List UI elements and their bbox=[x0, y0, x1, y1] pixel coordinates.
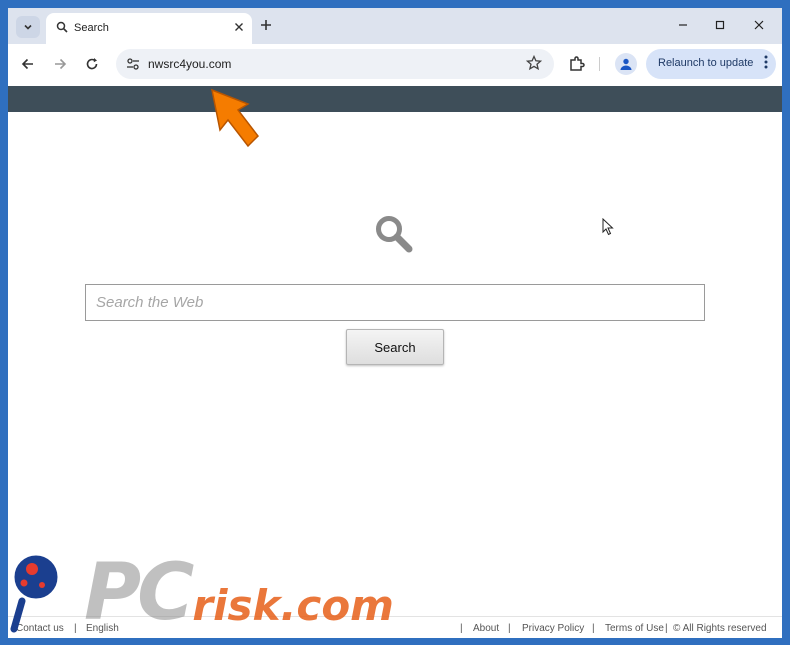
address-url[interactable]: nwsrc4you.com bbox=[148, 57, 231, 71]
chevron-down-icon bbox=[24, 24, 32, 30]
footer-separator: | bbox=[508, 623, 511, 634]
maximize-icon bbox=[715, 20, 725, 30]
footer-terms-link[interactable]: Terms of Use bbox=[605, 623, 664, 634]
browser-window: Search nwsrc4you.com Relaunch to update … bbox=[8, 8, 782, 638]
watermark-risk: risk.com bbox=[192, 581, 394, 630]
footer-about-link[interactable]: About bbox=[473, 623, 499, 634]
new-tab-button[interactable] bbox=[260, 15, 272, 36]
tab-close-button[interactable] bbox=[234, 19, 244, 36]
reload-icon bbox=[86, 58, 98, 70]
plus-icon bbox=[261, 20, 271, 30]
tab-active[interactable]: Search bbox=[46, 13, 252, 44]
bookmark-button[interactable] bbox=[525, 54, 543, 75]
footer-separator: | bbox=[665, 623, 668, 634]
star-icon bbox=[525, 54, 543, 71]
page-header-bar bbox=[8, 86, 782, 112]
person-icon bbox=[620, 58, 632, 70]
arrow-annotation-icon bbox=[210, 88, 259, 148]
search-input[interactable] bbox=[85, 284, 705, 321]
watermark-pc: PC bbox=[84, 548, 194, 638]
minimize-icon bbox=[679, 24, 687, 26]
browser-toolbar: nwsrc4you.com Relaunch to update bbox=[8, 44, 782, 84]
footer-separator: | bbox=[460, 623, 463, 634]
mouse-cursor-icon bbox=[602, 218, 614, 236]
relaunch-button[interactable]: Relaunch to update bbox=[646, 49, 776, 79]
reload-button[interactable] bbox=[82, 54, 102, 74]
magnifier-logo-icon bbox=[9, 550, 63, 633]
toolbar-divider bbox=[599, 57, 600, 71]
search-button[interactable]: Search bbox=[346, 329, 444, 365]
footer-privacy-link[interactable]: Privacy Policy bbox=[522, 623, 584, 634]
back-button[interactable] bbox=[18, 54, 38, 74]
tab-search-button[interactable] bbox=[16, 16, 40, 38]
tune-icon[interactable] bbox=[126, 57, 140, 71]
more-vertical-icon bbox=[764, 55, 768, 69]
arrow-left-icon bbox=[21, 58, 33, 70]
close-window-button[interactable] bbox=[744, 14, 774, 36]
forward-button[interactable] bbox=[50, 54, 70, 74]
search-icon bbox=[376, 216, 413, 253]
arrow-right-icon bbox=[55, 58, 67, 70]
close-icon bbox=[235, 23, 243, 31]
profile-button[interactable] bbox=[615, 53, 637, 75]
close-icon bbox=[754, 20, 764, 30]
search-icon bbox=[56, 21, 68, 33]
watermark: PC risk.com bbox=[6, 545, 446, 633]
extensions-button[interactable] bbox=[568, 55, 586, 78]
puzzle-icon bbox=[570, 56, 585, 71]
menu-button[interactable] bbox=[764, 55, 768, 72]
footer-rights-text: © All Rights reserved bbox=[673, 623, 767, 634]
relaunch-label: Relaunch to update bbox=[658, 57, 754, 69]
tab-strip: Search bbox=[8, 8, 782, 44]
watermark-text: PC risk.com bbox=[84, 545, 394, 633]
address-bar[interactable]: nwsrc4you.com bbox=[116, 49, 554, 79]
footer-separator: | bbox=[592, 623, 595, 634]
tab-title: Search bbox=[74, 22, 109, 34]
minimize-button[interactable] bbox=[668, 14, 698, 36]
maximize-button[interactable] bbox=[705, 14, 735, 36]
